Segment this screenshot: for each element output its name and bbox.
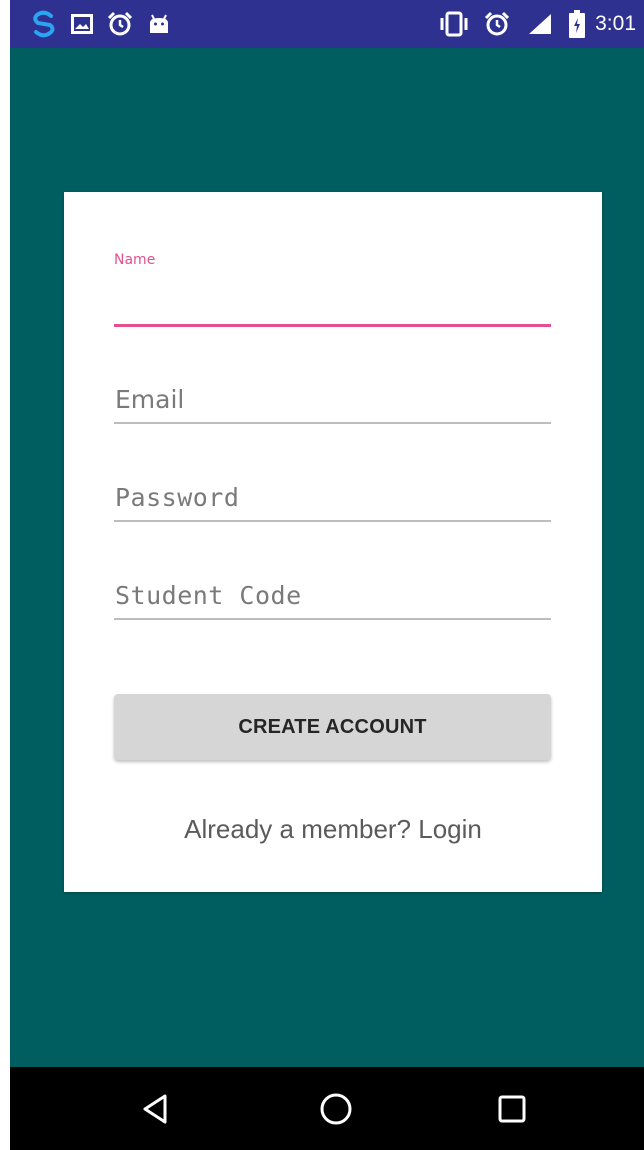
create-account-button[interactable]: CREATE ACCOUNT [114, 694, 551, 760]
alarm-icon [107, 0, 133, 48]
password-field[interactable]: Password [114, 480, 551, 526]
student-code-placeholder: Student Code [115, 581, 302, 610]
student-code-underline [114, 618, 551, 620]
app-screen: 3:01 Name Email Password Student Code CR… [10, 0, 644, 1150]
email-underline [114, 422, 551, 424]
email-placeholder: Email [115, 385, 185, 414]
name-underline [114, 324, 551, 327]
login-link[interactable]: Already a member? Login [64, 814, 602, 845]
sync-icon [30, 0, 58, 48]
back-icon[interactable] [130, 1067, 182, 1150]
name-label: Name [114, 252, 156, 268]
vibrate-icon [438, 0, 470, 48]
recents-icon[interactable] [486, 1067, 538, 1150]
student-code-field[interactable]: Student Code [114, 578, 551, 624]
status-time: 3:01 [595, 12, 636, 35]
email-field[interactable]: Email [114, 382, 551, 428]
battery-icon [568, 0, 586, 48]
android-icon [147, 0, 171, 48]
status-bar: 3:01 [10, 0, 644, 48]
name-field[interactable]: Name [114, 252, 551, 330]
signal-icon [526, 0, 554, 48]
signup-card: Name Email Password Student Code CREATE … [64, 192, 602, 892]
password-placeholder: Password [115, 483, 240, 512]
navigation-bar [10, 1067, 644, 1150]
home-icon[interactable] [310, 1067, 362, 1150]
alarm-icon [483, 0, 511, 48]
image-icon [70, 0, 94, 48]
password-underline [114, 520, 551, 522]
